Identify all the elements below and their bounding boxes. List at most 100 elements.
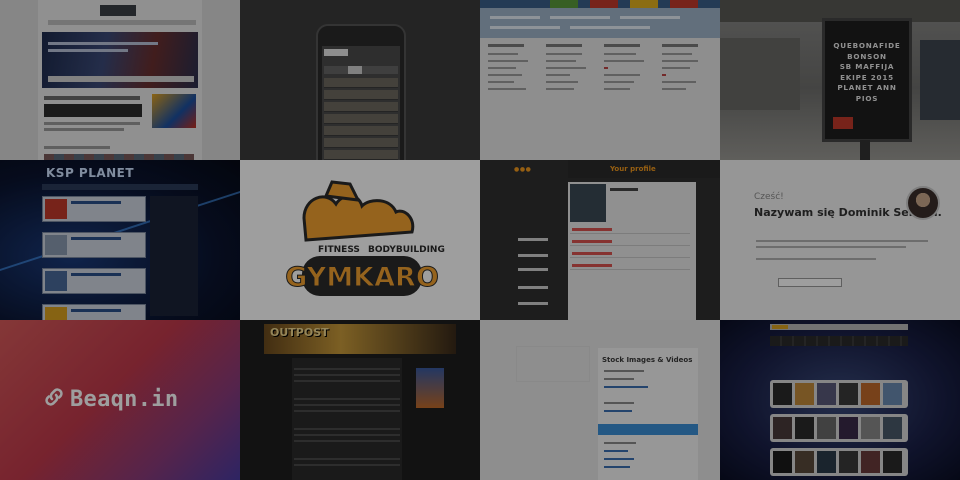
tile-ksp-planet[interactable]: KSP PLANET <box>0 160 240 320</box>
poster-promo <box>833 117 853 129</box>
billboard-poster: QUEBONAFIDE BONSON SB MAFFIJA EKIPE 2015… <box>822 18 912 142</box>
text-line <box>44 146 110 149</box>
poster-stand <box>860 140 870 160</box>
profile-link <box>570 250 690 258</box>
app-row <box>324 102 398 112</box>
tile-album-grid[interactable] <box>720 320 960 480</box>
text-line <box>604 442 636 444</box>
side-nav-item <box>518 268 548 271</box>
text-line <box>756 258 876 260</box>
portal-linkbar <box>480 8 720 38</box>
app-row <box>324 90 398 100</box>
outpost-artwork <box>416 368 444 408</box>
app-row <box>324 126 398 136</box>
text-line <box>604 402 634 404</box>
outpost-banner-text: OUTPOST <box>270 326 329 339</box>
tile-outpost[interactable]: OUTPOST <box>240 320 480 480</box>
beaqn-brand: Beaqn.in <box>42 385 178 412</box>
portal-column <box>604 44 656 95</box>
link-line <box>604 458 634 460</box>
poster-line: PIOS <box>855 93 879 103</box>
tile-gym-logo[interactable]: FITNESS BODYBUILDING GYMKARO <box>240 160 480 320</box>
link-line <box>604 450 628 452</box>
tile-blog[interactable] <box>0 0 240 160</box>
app-row <box>324 114 398 124</box>
profile-panel <box>568 182 696 320</box>
album-row <box>770 380 908 408</box>
tile-phone-app[interactable] <box>240 0 480 160</box>
phone-screen <box>322 46 400 160</box>
tile-billboard[interactable]: QUEBONAFIDE BONSON SB MAFFIJA EKIPE 2015… <box>720 0 960 160</box>
blog-page <box>38 0 202 160</box>
gym-word-right: BODYBUILDING <box>368 245 445 255</box>
side-nav-item <box>518 286 548 289</box>
gym-logo: FITNESS BODYBUILDING GYMKARO <box>285 180 445 296</box>
ksp-post-card <box>42 304 146 320</box>
poster-line: BONSON <box>847 51 887 61</box>
portal-topbar <box>480 0 720 8</box>
hero-line <box>48 49 128 52</box>
hero-search <box>48 76 194 82</box>
side-nav-item <box>518 254 548 257</box>
blog-nav <box>48 20 196 25</box>
portal-column <box>546 44 598 95</box>
ksp-post-card <box>42 196 146 222</box>
side-nav-item <box>518 238 548 241</box>
app-tabs <box>324 66 398 74</box>
app-row <box>324 78 398 88</box>
app-logo: ●●● <box>514 166 532 173</box>
app-row <box>324 150 398 160</box>
album-row <box>770 414 908 442</box>
blog-box <box>44 104 142 117</box>
poster-line: QUEBONAFIDE <box>833 41 901 50</box>
tile-profile-app[interactable]: ●●● Your profile <box>480 160 720 320</box>
text-line <box>756 240 928 242</box>
link-line <box>604 386 648 388</box>
text-line <box>604 370 644 372</box>
portal-column <box>488 44 540 95</box>
gym-word-left: FITNESS <box>318 245 360 255</box>
tile-portal[interactable] <box>480 0 720 160</box>
stock-heading: Stock Images & Videos <box>602 356 693 364</box>
profile-photo <box>570 184 606 222</box>
bicep-shape <box>323 180 361 202</box>
profile-link <box>570 262 690 270</box>
blog-ad <box>152 94 196 128</box>
text-line <box>44 128 124 131</box>
tile-personal-page[interactable]: Cześć! Nazywam się Dominik Serafin. <box>720 160 960 320</box>
album-row <box>770 448 908 476</box>
text-line <box>44 122 140 125</box>
gym-brand-text: GYMKARO <box>285 262 439 293</box>
portal-column <box>662 44 714 95</box>
blog-logo <box>100 5 136 16</box>
poster-line: EKIPE 2015 <box>840 72 894 82</box>
link-icon <box>45 388 63 406</box>
street-scene <box>720 38 800 110</box>
phone-frame <box>316 24 406 160</box>
blog-heading <box>44 96 140 100</box>
poster-line: PLANET ANN <box>837 83 897 92</box>
ksp-sidebar <box>150 196 198 316</box>
ghost-box <box>516 346 590 382</box>
profile-link <box>570 226 690 234</box>
tile-beaqn[interactable]: Beaqn.in <box>0 320 240 480</box>
stock-panel <box>598 348 698 480</box>
greeting: Cześć! <box>754 192 784 202</box>
link-line <box>604 410 632 412</box>
profile-header-title: Your profile <box>610 165 656 173</box>
app-row <box>324 138 398 148</box>
outpost-content <box>292 358 402 480</box>
hero-line <box>48 42 158 45</box>
text-line <box>756 246 906 248</box>
tile-stock-images[interactable]: Stock Images & Videos <box>480 320 720 480</box>
contact-field <box>778 278 842 287</box>
profile-link <box>570 238 690 246</box>
text-line <box>604 378 634 380</box>
link-line <box>604 466 630 468</box>
album-topbar <box>770 324 908 330</box>
ksp-title: KSP PLANET <box>46 166 135 180</box>
poster-lines: QUEBONAFIDE BONSON SB MAFFIJA EKIPE 2015… <box>825 41 909 104</box>
app-title <box>324 49 348 56</box>
album-nav <box>770 336 908 346</box>
ksp-menu <box>42 184 198 190</box>
